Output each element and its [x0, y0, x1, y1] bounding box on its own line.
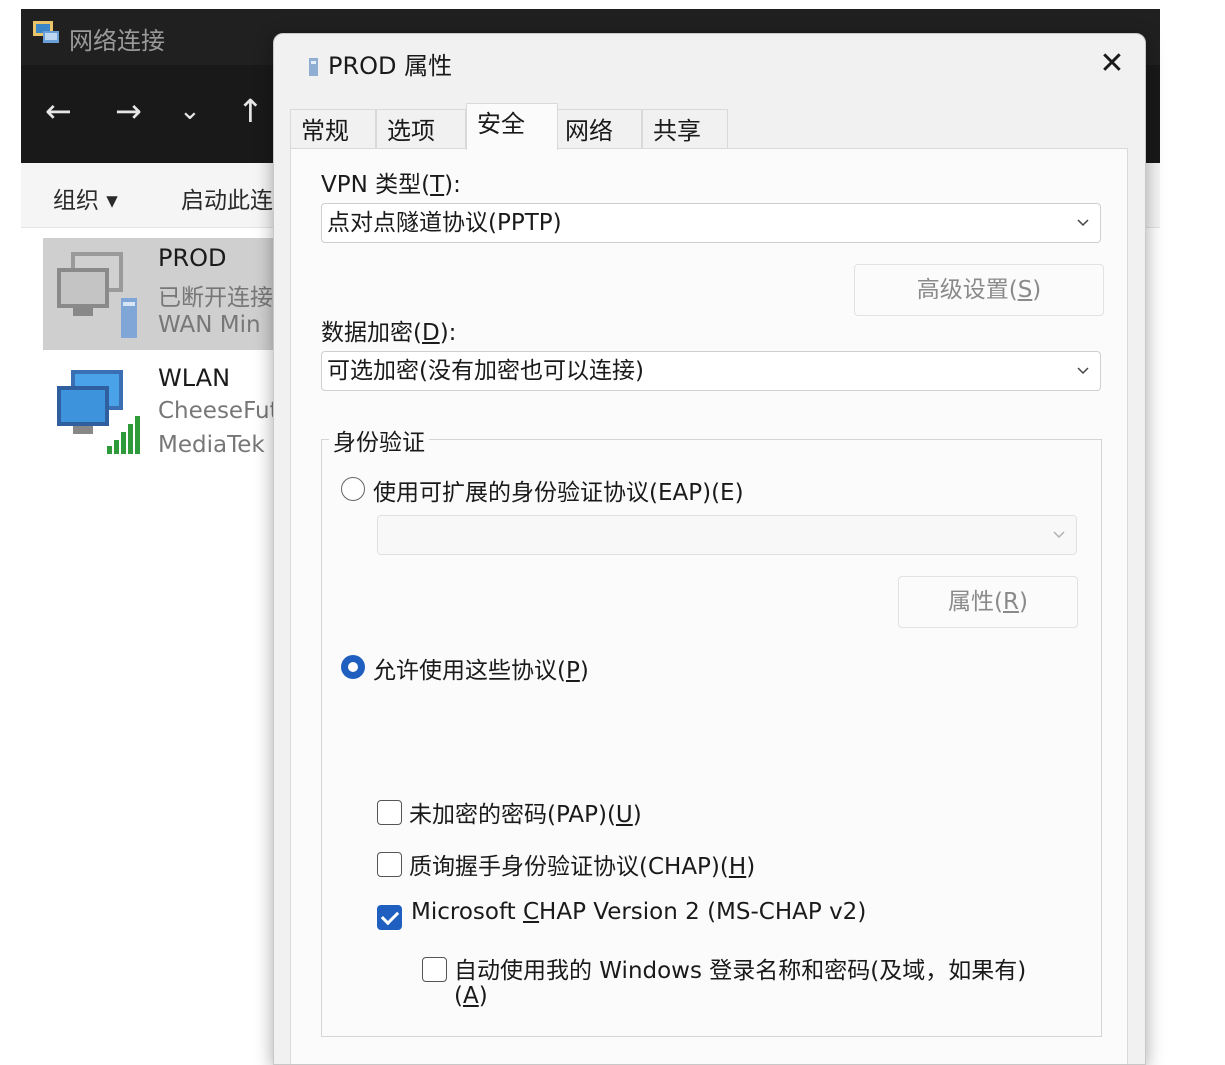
up-arrow-icon[interactable]: ↑ — [237, 91, 264, 131]
data-encryption-value: 可选加密(没有加密也可以连接) — [327, 358, 644, 384]
tab-options[interactable]: 选项 — [376, 109, 466, 149]
eap-radio[interactable] — [341, 477, 365, 501]
tab-networking[interactable]: 网络 — [554, 109, 642, 149]
data-encryption-label: 数据加密(D): — [321, 320, 457, 346]
vpn-type-value: 点对点隧道协议(PPTP) — [327, 210, 562, 236]
tab-security[interactable]: 安全 — [466, 103, 558, 150]
chevron-down-icon — [1077, 219, 1089, 227]
pap-checkbox-label[interactable]: 未加密的密码(PAP)(U) — [409, 795, 642, 829]
explorer-title: 网络连接 — [69, 27, 165, 55]
prod-properties-dialog: PROD 属性 ✕ 常规 选项 安全 网络 共享 VPN 类型(T): 点对点隧… — [273, 33, 1146, 1065]
tab-sharing[interactable]: 共享 — [642, 109, 728, 149]
ms-chap-v2-checkbox-label[interactable]: Microsoft CHAP Version 2 (MS-CHAP v2) — [411, 899, 866, 925]
allow-protocols-label[interactable]: 允许使用这些协议(P) — [373, 651, 589, 685]
dialog-titlebar: PROD 属性 ✕ — [274, 34, 1145, 92]
pap-checkbox[interactable] — [377, 800, 402, 825]
data-encryption-dropdown[interactable]: 可选加密(没有加密也可以连接) — [321, 351, 1101, 391]
eap-method-dropdown[interactable] — [377, 515, 1077, 555]
forward-arrow-icon[interactable]: → — [115, 91, 142, 131]
chevron-down-icon — [1077, 367, 1089, 375]
vpn-connection-icon — [57, 252, 137, 338]
start-connection-button[interactable]: 启动此连 — [181, 181, 273, 215]
recent-chevron-down-icon[interactable]: ⌄ — [179, 91, 201, 131]
close-icon[interactable]: ✕ — [1092, 44, 1132, 84]
chap-checkbox-label[interactable]: 质询握手身份验证协议(CHAP)(H) — [409, 847, 755, 881]
vpn-small-icon — [309, 58, 318, 76]
network-connections-icon — [33, 21, 59, 43]
connection-status: 已断开连接 — [158, 285, 273, 311]
wlan-connection-icon — [57, 370, 140, 454]
eap-properties-button[interactable]: 属性(R) — [898, 576, 1078, 628]
connection-network: CheeseFut — [158, 398, 279, 424]
organize-menu-button[interactable]: 组织 ▾ — [53, 181, 118, 215]
security-tab-panel: VPN 类型(T): 点对点隧道协议(PPTP) 高级设置(S) 数据加密(D)… — [290, 148, 1128, 1064]
ms-chap-v2-checkbox[interactable] — [377, 905, 402, 930]
vpn-type-label: VPN 类型(T): — [321, 172, 461, 198]
advanced-settings-button[interactable]: 高级设置(S) — [854, 264, 1104, 316]
chap-checkbox[interactable] — [377, 852, 402, 877]
connection-item-wlan[interactable]: WLAN CheeseFut MediaTek — [43, 358, 283, 470]
connection-device: WAN Min — [158, 312, 261, 338]
auto-logon-label[interactable]: 自动使用我的 Windows 登录名称和密码(及域，如果有) — [454, 951, 1026, 985]
auto-logon-checkbox[interactable] — [422, 957, 447, 982]
allow-protocols-radio[interactable] — [341, 655, 365, 679]
tab-general[interactable]: 常规 — [290, 109, 376, 149]
authentication-group-title: 身份验证 — [329, 423, 429, 457]
connection-item-prod[interactable]: PROD 已断开连接 WAN Min — [43, 238, 283, 350]
connection-device: MediaTek — [158, 432, 265, 458]
connection-name: WLAN — [158, 364, 231, 392]
auto-logon-label-mnemonic[interactable]: (A) — [454, 983, 488, 1009]
dialog-title: PROD 属性 — [328, 52, 453, 80]
vpn-type-dropdown[interactable]: 点对点隧道协议(PPTP) — [321, 203, 1101, 243]
chevron-down-icon — [1053, 531, 1065, 539]
eap-radio-label[interactable]: 使用可扩展的身份验证协议(EAP)(E) — [373, 473, 744, 507]
connection-name: PROD — [158, 244, 227, 272]
back-arrow-icon[interactable]: ← — [45, 91, 72, 131]
